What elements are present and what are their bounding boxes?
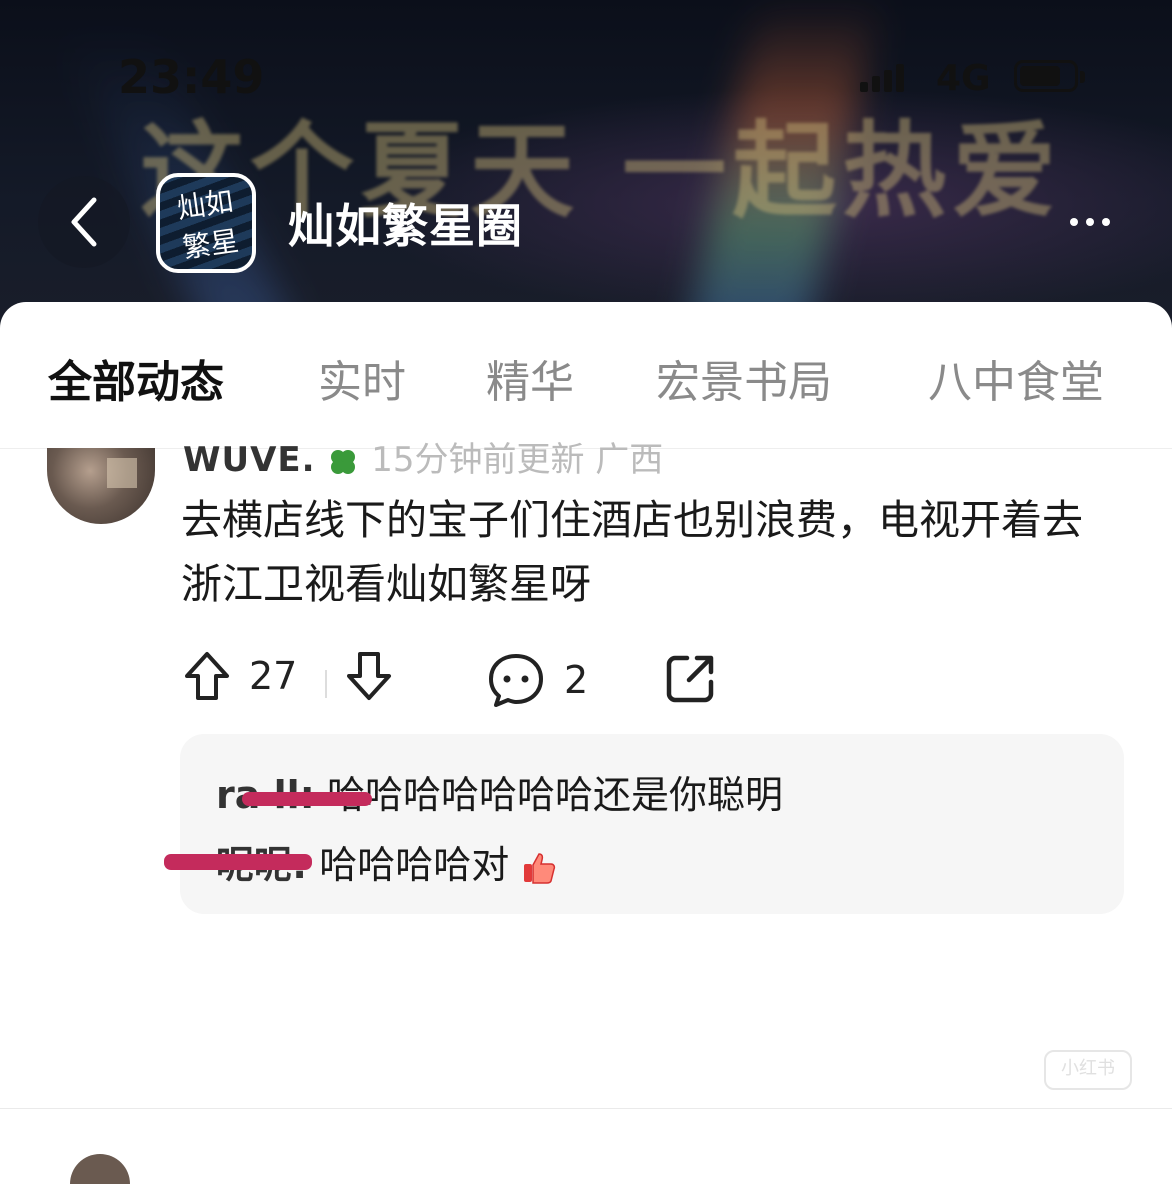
header-banner: 这个夏天 一起热爱 23:49 4G 灿如繁星 灿如繁星圈 bbox=[0, 0, 1172, 340]
content-sheet: 全部动态 实时 精华 宏景书局 八中食堂 WUVE. 15分钟前更新 广西 去横… bbox=[0, 302, 1172, 1184]
thumbs-up-emoji-icon bbox=[524, 852, 556, 884]
avatar[interactable] bbox=[70, 1154, 130, 1184]
more-dot-icon bbox=[1086, 218, 1094, 226]
tab-hongjing[interactable]: 宏景书局 bbox=[656, 346, 832, 410]
post-separator bbox=[0, 1108, 1172, 1109]
arrow-down-icon bbox=[347, 652, 391, 700]
reply-preview[interactable]: ra ll: 哈哈哈哈哈哈哈还是你聪明 呢呢: 哈哈哈哈对 bbox=[164, 734, 1124, 914]
share-icon bbox=[666, 655, 714, 703]
post-username[interactable]: WUVE. bbox=[183, 440, 316, 480]
action-divider bbox=[325, 670, 327, 698]
circle-title: 灿如繁星圈 bbox=[288, 199, 523, 253]
network-label: 4G bbox=[936, 58, 991, 99]
avatar[interactable] bbox=[47, 448, 155, 524]
comment-button[interactable]: 2 bbox=[486, 650, 588, 710]
logo-text: 灿如繁星 bbox=[175, 184, 241, 265]
circle-logo[interactable]: 灿如繁星 bbox=[156, 173, 256, 273]
tab-realtime[interactable]: 实时 bbox=[318, 346, 406, 410]
watermark-logo: 小红书 bbox=[1044, 1050, 1132, 1090]
comment-icon bbox=[489, 654, 543, 707]
tab-all[interactable]: 全部动态 bbox=[48, 346, 224, 410]
clover-icon bbox=[331, 449, 356, 474]
status-time: 23:49 bbox=[118, 50, 265, 104]
reply-text: 哈哈哈哈哈哈哈还是你聪明 bbox=[326, 773, 783, 817]
redaction-mark bbox=[242, 792, 372, 806]
post-text: 去横店线下的宝子们住酒店也别浪费，电视开着去浙江卫视看灿如繁星呀 bbox=[181, 496, 1083, 608]
more-dot-icon bbox=[1102, 218, 1110, 226]
more-options-button[interactable] bbox=[1044, 176, 1136, 268]
redaction-mark bbox=[164, 854, 312, 870]
post-meta: WUVE. 15分钟前更新 广西 bbox=[183, 432, 663, 481]
back-button[interactable] bbox=[38, 176, 130, 268]
more-dot-icon bbox=[1070, 218, 1078, 226]
tab-bazhong[interactable]: 八中食堂 bbox=[928, 346, 1104, 410]
reply-text: 哈哈哈哈对 bbox=[319, 843, 510, 887]
chevron-left-icon bbox=[71, 197, 97, 247]
battery-icon bbox=[1014, 60, 1085, 92]
share-button[interactable] bbox=[663, 650, 719, 706]
tab-bar: 全部动态 实时 精华 宏景书局 八中食堂 bbox=[0, 302, 1172, 449]
banner-slogan: 这个夏天 一起热爱 bbox=[140, 109, 1063, 232]
upvote-count: 27 bbox=[249, 654, 298, 698]
arrow-up-icon bbox=[185, 652, 229, 700]
post-time-location: 15分钟前更新 广西 bbox=[371, 440, 664, 480]
signal-icon bbox=[860, 64, 908, 92]
comment-count: 2 bbox=[564, 658, 589, 702]
downvote-button[interactable] bbox=[345, 650, 393, 702]
tab-featured[interactable]: 精华 bbox=[486, 346, 574, 410]
upvote-button[interactable]: 27 bbox=[183, 650, 297, 702]
